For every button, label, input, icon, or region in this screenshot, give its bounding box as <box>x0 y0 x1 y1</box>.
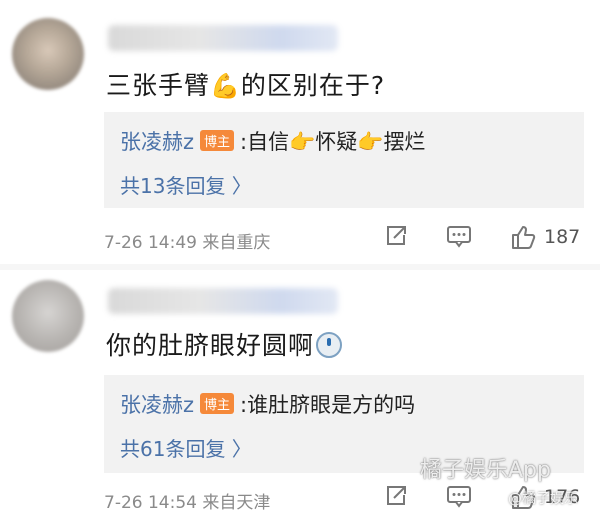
timestamp: 7-26 14:49 <box>104 233 197 253</box>
timestamp: 7-26 14:54 <box>104 493 197 513</box>
comment-icon <box>447 226 471 248</box>
avatar[interactable] <box>12 18 84 90</box>
share-icon <box>387 226 406 245</box>
comment-button[interactable] <box>446 484 472 508</box>
share-button[interactable] <box>384 484 408 508</box>
pointing-hand-icon: 👉 <box>357 130 384 154</box>
comment-meta: 7-26 14:54 来自天津 <box>104 488 270 513</box>
watermark: 橘子娱乐App <box>420 458 551 483</box>
reply-preview[interactable]: 张凌赫z 博主:自信👉怀疑👉摆烂 共13条回复 〉 <box>104 112 584 208</box>
comment-item: 三张手臂💪的区别在于? 张凌赫z 博主:自信👉怀疑👉摆烂 共13条回复 〉 7-2… <box>0 0 600 262</box>
comment-button[interactable] <box>446 224 472 248</box>
thumbs-up-icon <box>512 226 536 249</box>
pointing-hand-icon: 👉 <box>289 130 316 154</box>
reply-line: 张凌赫z 博主:谁肚脐眼是方的吗 <box>120 389 415 419</box>
view-replies-link[interactable]: 共13条回复 〉 <box>120 170 252 199</box>
username-blurred[interactable] <box>108 25 338 51</box>
share-icon <box>387 486 406 505</box>
comment-icon <box>447 486 471 508</box>
view-replies-link[interactable]: 共61条回复 〉 <box>120 433 252 462</box>
reply-text: :谁肚脐眼是方的吗 <box>240 393 416 417</box>
location: 来自天津 <box>202 493 271 513</box>
location: 来自重庆 <box>202 233 271 253</box>
username-blurred[interactable] <box>108 288 338 314</box>
reply-line: 张凌赫z 博主:自信👉怀疑👉摆烂 <box>120 126 425 156</box>
host-badge: 博主 <box>200 393 235 414</box>
comment-text: 三张手臂💪的区别在于? <box>106 71 386 100</box>
comment-meta: 7-26 14:49 来自重庆 <box>104 228 270 253</box>
comment-text: 你的肚脐眼好圆啊 <box>106 326 343 362</box>
share-button[interactable] <box>384 224 408 248</box>
host-badge: 博主 <box>200 130 235 151</box>
reply-text: :自信👉怀疑👉摆烂 <box>240 130 426 154</box>
watermark-handle: @橘子娱乐 <box>508 491 578 507</box>
like-button[interactable]: 187 <box>510 224 580 250</box>
arm-icon: 💪 <box>210 72 241 100</box>
reply-author[interactable]: 张凌赫z <box>120 393 194 417</box>
avatar[interactable] <box>12 280 84 352</box>
reply-author[interactable]: 张凌赫z <box>120 130 194 154</box>
like-count: 187 <box>544 226 581 248</box>
surprised-face-icon <box>316 332 343 358</box>
